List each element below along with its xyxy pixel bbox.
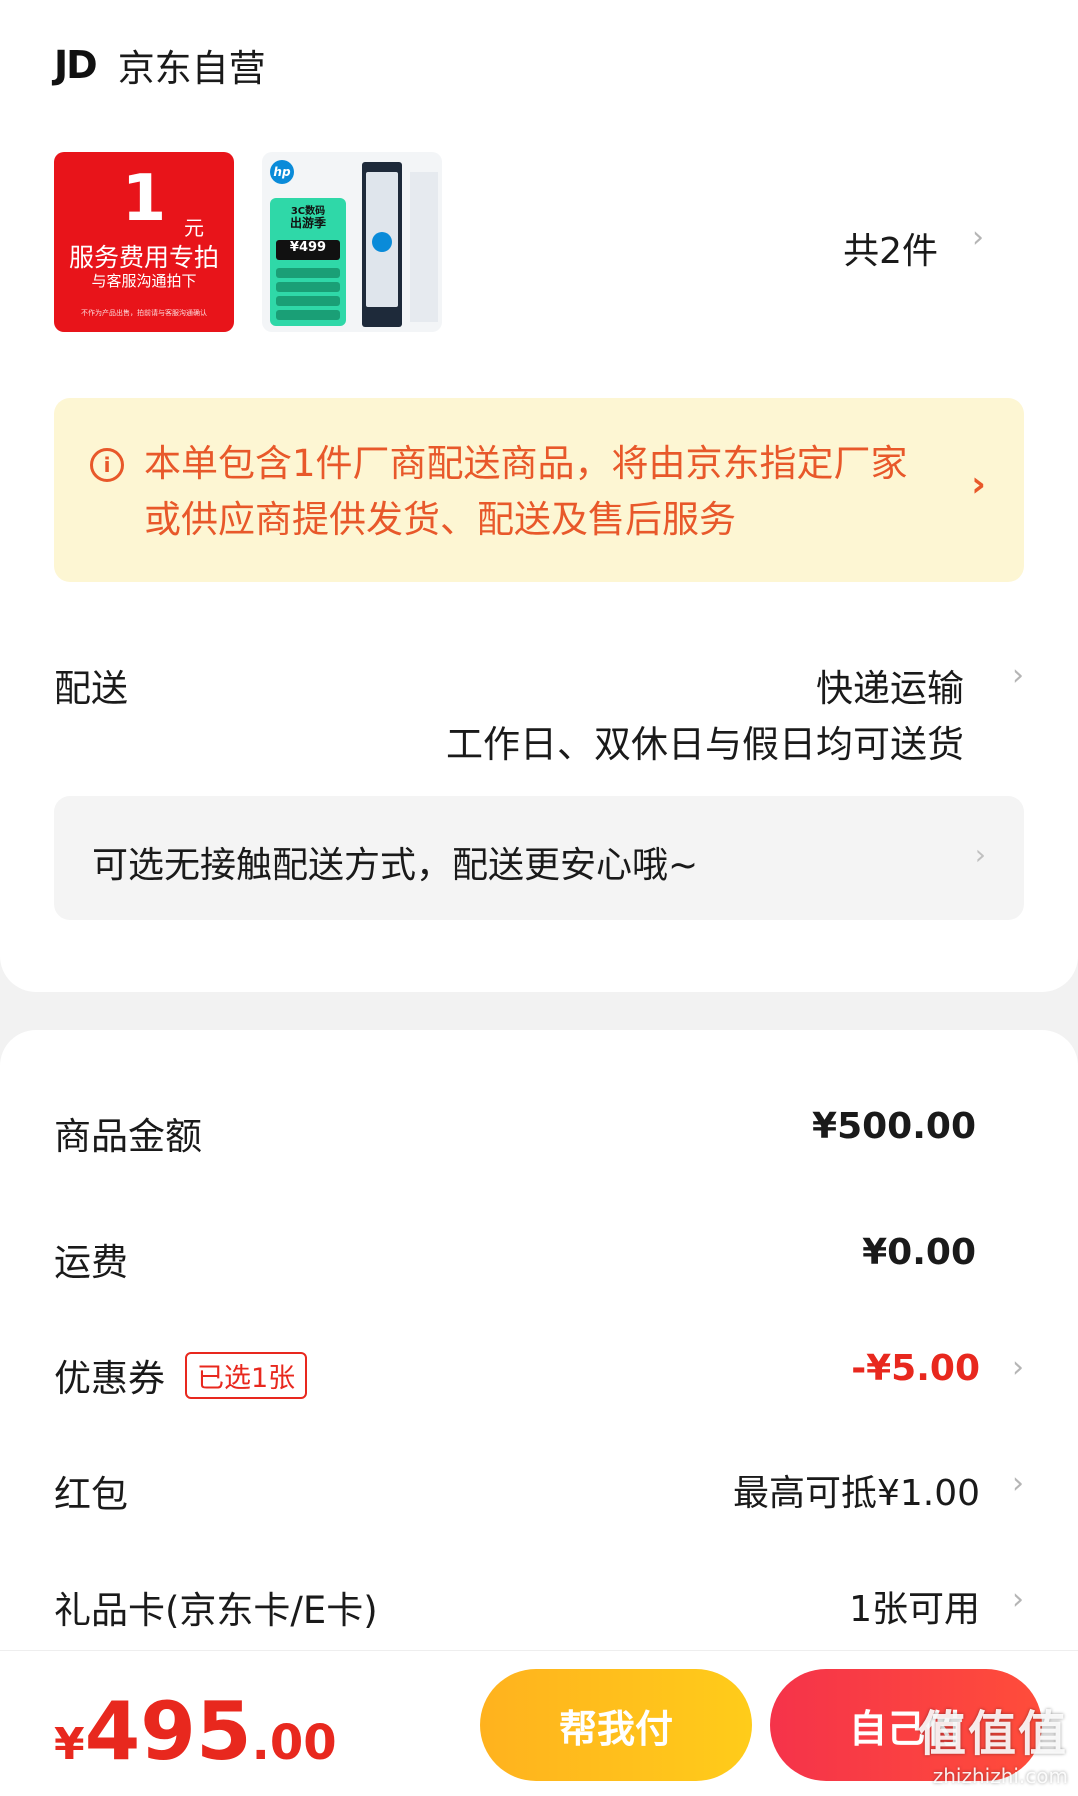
contactless-text: 可选无接触配送方式，配送更安心哦~ [92,845,699,886]
goods-amount-label: 商品金额 [54,1115,202,1158]
chevron-right-icon: › [1012,1582,1024,1617]
total-price: ¥ 495 .00 [54,1685,337,1778]
red-packet-row[interactable]: 红包 最高可抵¥1.00 › [54,1464,1024,1524]
notice-text: 本单包含1件厂商配送商品，将由京东指定厂家或供应商提供发货、配送及售后服务 [144,442,908,541]
chevron-right-icon: › [971,464,986,505]
coupon-selected-badge: 已选1张 [185,1351,308,1399]
chevron-right-icon: › [1012,1350,1024,1385]
shipping-method[interactable]: 快递运输 [816,658,964,712]
service-subtitle: 与客服沟通拍下 [91,272,197,290]
service-price-number: 1 [121,162,167,236]
red-packet-value: 最高可抵¥1.00 [732,1473,980,1514]
goods-amount-row: 商品金额 ¥500.00 [54,1106,1024,1166]
goods-amount-value: ¥500.00 [812,1106,976,1147]
promo-tag-bar [276,310,340,320]
vendor-delivery-notice[interactable]: i 本单包含1件厂商配送商品，将由京东指定厂家或供应商提供发货、配送及售后服务 … [54,398,1024,582]
info-icon: i [90,448,124,482]
gift-card-value: 1张可用 [849,1589,980,1630]
coupon-value: -¥5.00 [851,1348,980,1389]
total-integer: 495 [84,1685,252,1778]
product-thumb-ssd[interactable]: hp 3C数码 出游季 ¥499 [262,152,442,332]
service-disclaimer: 不作为产品出售，拍前请与客服沟通确认 [81,309,207,317]
total-currency: ¥ [54,1719,85,1770]
hp-logo-icon: hp [270,160,294,184]
promo-tag-title: 出游季 [289,216,326,230]
chevron-right-icon[interactable]: › [972,220,984,255]
checkout-bar: ¥ 495 .00 帮我付 自己付 值值值 zhizhizhi.com [0,1650,1078,1796]
watermark-logo: 值值值 [917,1706,1068,1762]
ssd-image [362,162,402,327]
contactless-delivery-option[interactable]: 可选无接触配送方式，配送更安心哦~ › [54,796,1024,920]
red-packet-label: 红包 [54,1473,128,1516]
product-thumb-service-fee[interactable]: 1 元 服务费用专拍 与客服沟通拍下 不作为产品出售，拍前请与客服沟通确认 [54,152,234,332]
gift-card-row[interactable]: 礼品卡(京东卡/E卡) 1张可用 › [54,1580,1024,1640]
promo-tag: 3C数码 出游季 ¥499 [270,198,346,326]
promo-tag-price: ¥499 [276,240,340,260]
freight-row: 运费 ¥0.00 [54,1232,1024,1292]
shipping-schedule[interactable]: 工作日、双休日与假日均可送货 [446,714,964,768]
shop-name: 京东自营 [117,47,266,90]
promo-tag-bar [276,282,340,292]
coupon-label: 优惠券 [54,1357,165,1400]
chevron-right-icon[interactable]: › [1012,658,1024,693]
shipping-label: 配送 [54,667,128,710]
ssd-box-image [410,172,438,322]
shop-header: JD 京东自营 [54,38,266,92]
service-title: 服务费用专拍 [68,243,219,272]
item-count[interactable]: 共2件 [843,222,938,274]
watermark-url: zhizhizhi.com [932,1764,1068,1788]
help-me-pay-button[interactable]: 帮我付 [480,1669,752,1781]
service-price-unit: 元 [184,216,204,240]
gift-card-label: 礼品卡(京东卡/E卡) [54,1589,378,1632]
promo-tag-bar [276,268,340,278]
coupon-label-wrap: 优惠券 已选1张 [54,1348,308,1402]
chevron-right-icon: › [1012,1466,1024,1501]
watermark: 值值值 zhizhizhi.com [918,1694,1068,1788]
coupon-row[interactable]: 优惠券 已选1张 -¥5.00 › [54,1348,1024,1408]
freight-value: ¥0.00 [862,1232,976,1273]
order-shop-card: JD 京东自营 1 元 服务费用专拍 与客服沟通拍下 不作为产品出售，拍前请与客… [0,0,1078,992]
jd-logo: JD [54,43,98,87]
chevron-right-icon: › [974,838,986,871]
freight-label: 运费 [54,1241,128,1284]
promo-tag-bar [276,296,340,306]
total-decimal: .00 [251,1715,337,1771]
ssd-hp-logo-icon [372,232,392,252]
